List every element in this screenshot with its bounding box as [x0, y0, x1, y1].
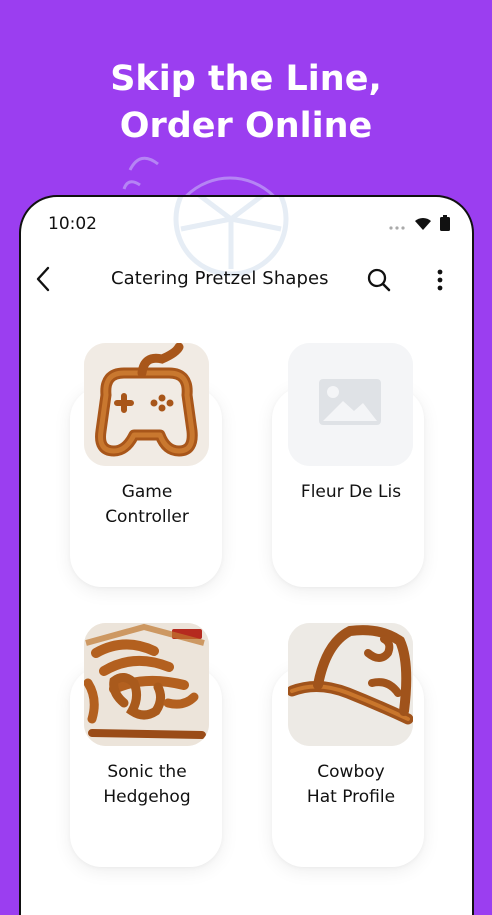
product-name[interactable]: Fleur De Lis — [261, 480, 441, 505]
product-image-game-controller[interactable] — [84, 343, 209, 466]
game-controller-pretzel-image — [84, 343, 209, 466]
product-image-sonic[interactable] — [84, 623, 209, 746]
product-name[interactable]: Sonic the Hedgehog — [57, 760, 237, 810]
dots-icon — [388, 216, 406, 235]
search-button[interactable] — [362, 263, 396, 297]
product-name[interactable]: Game Controller — [57, 480, 237, 530]
battery-icon — [440, 215, 450, 235]
cowboy-hat-pretzel-image — [288, 623, 413, 746]
page-title: Catering Pretzel Shapes — [111, 268, 329, 289]
wifi-icon — [414, 216, 432, 235]
sonic-pretzel-image — [84, 623, 209, 746]
status-bar: 10:02 — [21, 197, 472, 253]
phone-frame: 10:02 Catering Pretzel Shapes Game Contr… — [19, 195, 474, 915]
product-image-fleur-de-lis[interactable] — [288, 343, 413, 466]
product-image-cowboy-hat[interactable] — [288, 623, 413, 746]
promo-background: Skip the Line, Order Online 10:02 Cateri… — [0, 0, 492, 915]
headline-line-1: Skip the Line, — [110, 59, 382, 99]
chevron-left-icon — [36, 266, 50, 292]
back-button[interactable] — [27, 257, 59, 301]
status-time: 10:02 — [48, 214, 97, 234]
more-options-button[interactable] — [425, 263, 455, 297]
more-vertical-icon — [437, 269, 443, 291]
image-placeholder-icon — [288, 343, 413, 466]
app-bar: Catering Pretzel Shapes — [21, 257, 472, 301]
product-name[interactable]: Cowboy Hat Profile — [261, 760, 441, 810]
status-icons — [388, 215, 450, 235]
search-icon — [367, 268, 391, 292]
